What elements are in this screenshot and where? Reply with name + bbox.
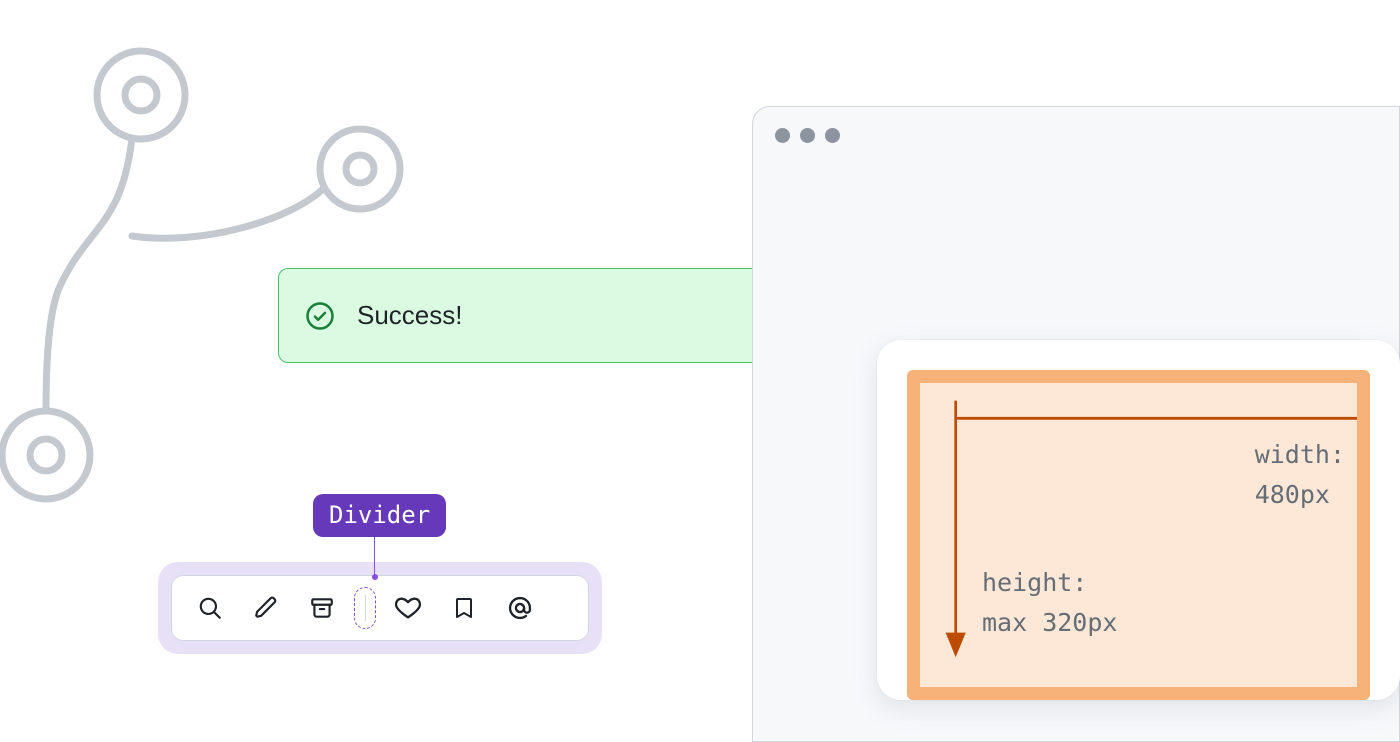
- check-circle-icon: [303, 299, 337, 333]
- dimension-box: width: 480px height: max 320px: [907, 370, 1370, 700]
- toolbar-divider: [350, 581, 380, 635]
- search-icon[interactable]: [182, 581, 238, 635]
- pencil-icon[interactable]: [238, 581, 294, 635]
- traffic-light-icon: [825, 128, 840, 143]
- divider-label-badge: Divider: [313, 494, 446, 537]
- height-dimension-label: height: max 320px: [982, 563, 1117, 643]
- archive-icon[interactable]: [294, 581, 350, 635]
- width-dimension-label: width: 480px: [1255, 435, 1345, 515]
- toast-message: Success!: [357, 300, 735, 331]
- dimension-card: width: 480px height: max 320px: [877, 340, 1400, 700]
- browser-titlebar: [753, 107, 1399, 163]
- action-toolbar: [171, 575, 589, 641]
- divider-label-text: Divider: [329, 501, 430, 529]
- label-connector-dot: [372, 574, 378, 580]
- mention-icon[interactable]: [492, 581, 548, 635]
- bookmark-icon[interactable]: [436, 581, 492, 635]
- heart-icon[interactable]: [380, 581, 436, 635]
- success-toast: Success!: [278, 268, 808, 363]
- label-connector-line: [374, 534, 375, 576]
- toolbar-selection-wrapper: [158, 562, 602, 654]
- traffic-light-icon: [775, 128, 790, 143]
- traffic-light-icon: [800, 128, 815, 143]
